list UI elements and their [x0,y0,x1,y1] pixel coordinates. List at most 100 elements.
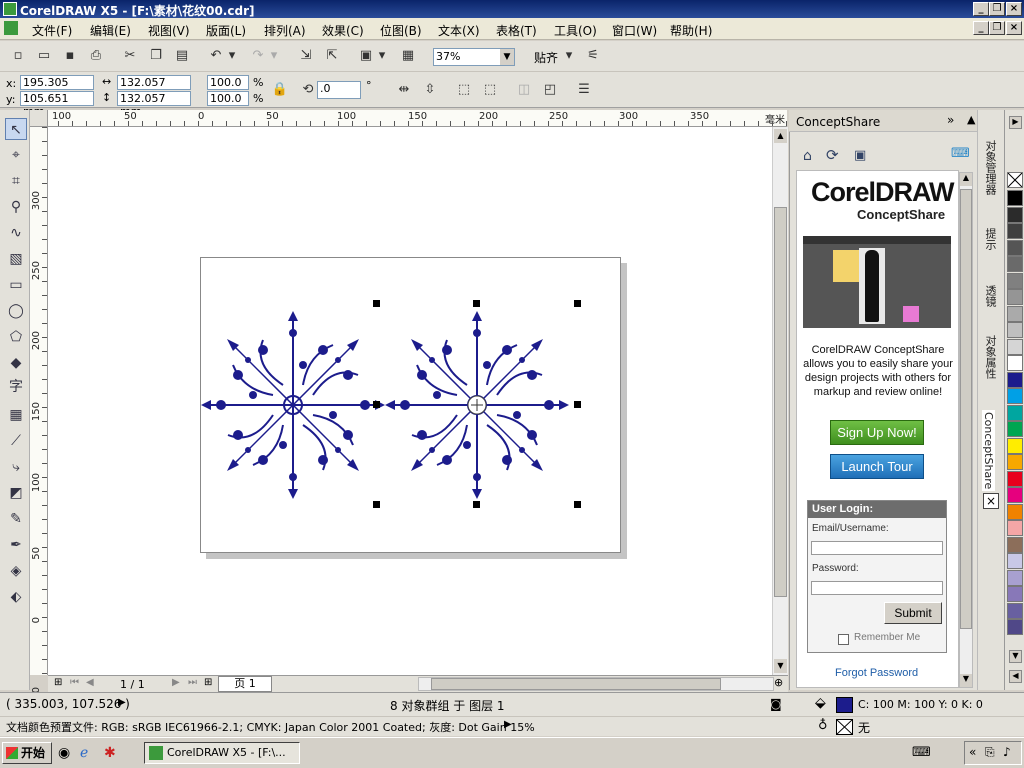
zoom-select[interactable]: 37% ▼ [433,48,515,66]
color-swatch[interactable] [1007,520,1023,536]
no-color-swatch[interactable] [1007,172,1023,188]
color-swatch[interactable] [1007,322,1023,338]
color-swatch[interactable] [1007,256,1023,272]
open-icon[interactable]: ▭ [34,46,54,66]
task-coreldraw[interactable]: CorelDRAW X5 - [F:\... [144,742,300,764]
palette-scroll-up-icon[interactable]: ▶ [1009,116,1022,129]
lock-ratio-icon[interactable]: 🔒 [270,80,290,100]
forgot-password-link[interactable]: Forgot Password [835,667,918,679]
horizontal-ruler[interactable]: 100 50 0 50 100 150 200 250 300 350 毫米 [30,110,787,127]
doc-restore-icon[interactable]: ❐ [989,21,1005,35]
selection-handle[interactable] [574,501,581,508]
selection-handle[interactable] [473,300,480,307]
profile-arrow-icon[interactable]: ▶ [504,719,512,730]
selection-handle[interactable] [473,501,480,508]
color-swatch[interactable] [1007,239,1023,256]
restore-icon[interactable]: ❐ [989,2,1005,16]
copy-icon[interactable]: ❐ [146,46,166,66]
doc-close-icon[interactable]: × [1006,21,1022,35]
mirror-vertical-icon[interactable]: ⇳ [420,80,440,100]
docker-expand-icon[interactable]: » [947,113,954,127]
ungroup-icon[interactable]: ⬚ [480,80,500,100]
password-field[interactable] [811,581,943,595]
minimize-icon[interactable]: _ [973,2,989,16]
quicklaunch-icon[interactable]: ✱ [104,745,116,761]
vertical-scrollbar[interactable]: ▲ ▼ [772,127,788,675]
submit-button[interactable]: Submit [884,602,942,624]
refresh-icon[interactable]: ⟳ [826,146,839,164]
menu-layout[interactable]: 版面(L) [206,22,246,39]
color-swatch[interactable] [1007,487,1023,503]
color-swatch[interactable] [1007,503,1023,520]
eyedropper-tool-icon[interactable]: ✎ [5,508,27,530]
docker-up-icon[interactable]: ▲ [967,113,975,126]
tab-object-properties[interactable]: 对象属性 [982,335,998,379]
color-swatch[interactable] [1007,421,1023,437]
align-distribute-icon[interactable]: ☰ [574,80,594,100]
floral-ornaments[interactable] [201,258,622,554]
scale-y-field[interactable]: 100.0 [207,91,249,106]
interactive-fill-icon[interactable]: ⬖ [5,586,27,608]
color-swatch[interactable] [1007,190,1023,206]
paste-icon[interactable]: ▤ [172,46,192,66]
first-page-icon[interactable]: ⏮ [70,677,79,688]
vertical-ruler[interactable]: 300 250 200 150 100 50 0 50 [30,127,48,700]
launch-tour-button[interactable]: Launch Tour [830,454,924,479]
window-icon[interactable]: ▣ [854,148,866,163]
selection-handle[interactable] [574,401,581,408]
fill-tool-icon[interactable]: ◈ [5,560,27,582]
connector-tool-icon[interactable]: ⤷ [5,456,27,478]
welcome-screen-icon[interactable]: ▦ [398,46,418,66]
ruler-origin[interactable] [30,110,48,127]
text-tool-icon[interactable]: 字 [5,376,27,398]
color-swatch[interactable] [1007,569,1023,586]
save-icon[interactable]: ▪ [60,46,80,66]
color-swatch[interactable] [1007,223,1023,239]
next-page-icon[interactable]: ▶ [172,677,180,688]
color-swatch[interactable] [1007,619,1023,635]
cut-icon[interactable]: ✂ [120,46,140,66]
freehand-tool-icon[interactable]: ∿ [5,222,27,244]
import-icon[interactable]: ⇲ [296,46,316,66]
snapshot-icon[interactable]: ◙ [770,697,782,711]
docker-scroll-down-icon[interactable]: ▼ [960,674,972,687]
snap-dropdown-icon[interactable]: ▾ [563,46,575,66]
ellipse-tool-icon[interactable]: ◯ [5,300,27,322]
color-swatch[interactable] [1007,470,1023,487]
color-swatch[interactable] [1007,338,1023,355]
scroll-thumb[interactable] [774,207,787,597]
break-apart-icon[interactable]: ◰ [540,80,560,100]
status-arrow-icon[interactable]: ▶ [118,697,126,708]
start-button[interactable]: 开始 [2,742,52,764]
close-icon[interactable]: × [1006,2,1022,16]
menu-effects[interactable]: 效果(C) [322,22,364,39]
network-icon[interactable]: ⎘ [985,745,995,760]
selection-handle[interactable] [574,300,581,307]
print-icon[interactable]: ⎙ [86,46,106,66]
polygon-tool-icon[interactable]: ⬠ [5,326,27,348]
doc-minimize-icon[interactable]: _ [973,21,989,35]
tab-lens[interactable]: 透镜 [982,285,998,307]
height-field[interactable]: 132.057 mm [117,91,191,118]
dimension-tool-icon[interactable]: ⟋ [5,430,27,452]
horizontal-scrollbar[interactable] [418,677,774,691]
smart-fill-icon[interactable]: ▧ [5,248,27,270]
scroll-down-icon[interactable]: ▼ [774,659,787,673]
navigator-icon[interactable]: ⊕ [774,676,783,689]
color-swatch[interactable] [1007,437,1023,454]
new-icon[interactable]: ▫ [8,46,28,66]
menu-view[interactable]: 视图(V) [148,22,190,39]
pick-tool-icon[interactable]: ↖ [5,118,27,140]
x-position-field[interactable]: 195.305 mm [20,75,94,102]
color-swatch[interactable] [1007,371,1023,388]
crop-tool-icon[interactable]: ⌗ [5,170,27,192]
options-icon[interactable]: ⚟ [583,46,603,66]
color-swatch[interactable] [1007,289,1023,305]
group-icon[interactable]: ⬚ [454,80,474,100]
color-swatch[interactable] [1007,404,1023,421]
scale-x-field[interactable]: 100.0 [207,75,249,90]
document-page[interactable] [200,257,621,553]
snap-to-button[interactable]: 贴齐 [534,49,558,66]
palette-flyout-icon[interactable]: ◀ [1009,670,1022,683]
menu-bitmaps[interactable]: 位图(B) [380,22,422,39]
